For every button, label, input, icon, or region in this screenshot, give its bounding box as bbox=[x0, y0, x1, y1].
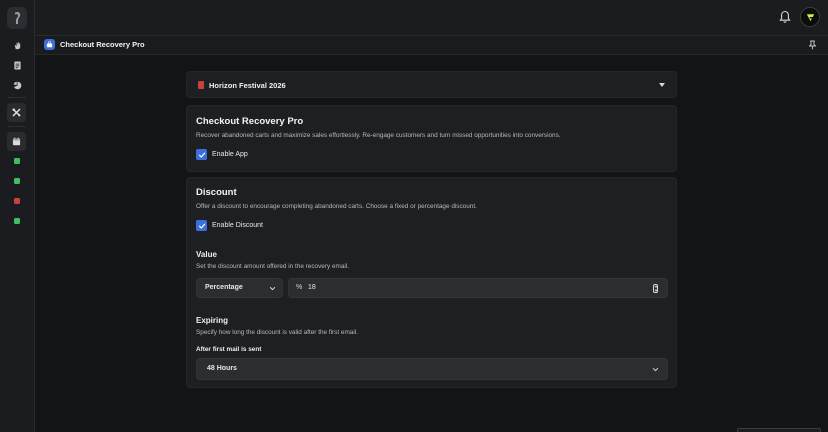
tools-icon[interactable] bbox=[7, 103, 26, 122]
chevron-down-icon bbox=[269, 286, 276, 291]
avatar[interactable] bbox=[800, 7, 820, 27]
discount-amount-input[interactable]: % 18 bbox=[288, 278, 668, 298]
checkmark-icon bbox=[198, 223, 205, 229]
enable-discount-checkbox[interactable] bbox=[196, 220, 207, 231]
app-header: Checkout Recovery Pro bbox=[35, 36, 828, 55]
discount-amount-value[interactable]: 18 bbox=[308, 284, 316, 291]
value-description: Set the discount amount offered in the r… bbox=[196, 263, 349, 270]
bell-icon[interactable] bbox=[779, 10, 791, 24]
document-icon[interactable] bbox=[11, 59, 23, 71]
discount-title: Discount bbox=[196, 187, 237, 198]
discount-type-value: Percentage bbox=[205, 284, 243, 291]
bottom-panel-tab[interactable] bbox=[737, 428, 821, 432]
expiry-select[interactable]: 48 Hours bbox=[196, 358, 668, 380]
chevron-down-icon bbox=[652, 367, 659, 372]
pie-chart-icon[interactable] bbox=[11, 79, 23, 91]
enable-app-checkbox[interactable] bbox=[196, 149, 207, 160]
status-dot-green[interactable] bbox=[14, 178, 20, 184]
rail-divider bbox=[8, 97, 26, 98]
app-settings-card: Checkout Recovery Pro Recover abandoned … bbox=[186, 105, 677, 172]
logo-icon[interactable] bbox=[7, 7, 27, 29]
pin-icon[interactable] bbox=[808, 40, 817, 50]
discount-card: Discount Offer a discount to encourage c… bbox=[186, 177, 677, 388]
app-title: Checkout Recovery Pro bbox=[60, 40, 145, 49]
hand-icon[interactable] bbox=[11, 39, 23, 51]
event-select-label: Horizon Festival 2026 bbox=[209, 81, 286, 90]
left-rail bbox=[0, 0, 35, 432]
calendar-icon[interactable] bbox=[7, 132, 26, 151]
app-card-title: Checkout Recovery Pro bbox=[196, 116, 304, 127]
expiring-description: Specify how long the discount is valid a… bbox=[196, 329, 358, 336]
number-stepper-icon[interactable] bbox=[653, 284, 658, 293]
discount-description: Offer a discount to encourage completing… bbox=[196, 203, 477, 210]
calendar-icon bbox=[198, 81, 204, 89]
top-bar bbox=[35, 0, 828, 36]
enable-discount-label[interactable]: Enable Discount bbox=[212, 222, 263, 229]
status-dot-red[interactable] bbox=[14, 198, 20, 204]
discount-type-select[interactable]: Percentage bbox=[196, 278, 283, 298]
enable-app-label[interactable]: Enable App bbox=[212, 151, 248, 158]
expiry-field-label: After first mail is sent bbox=[196, 346, 262, 353]
event-select[interactable]: Horizon Festival 2026 bbox=[186, 71, 677, 98]
expiry-select-value: 48 Hours bbox=[207, 365, 237, 372]
rail-divider bbox=[8, 126, 26, 127]
value-title: Value bbox=[196, 250, 217, 259]
status-dot-green[interactable] bbox=[14, 218, 20, 224]
percent-symbol: % bbox=[296, 284, 303, 291]
expiring-title: Expiring bbox=[196, 316, 229, 325]
app-card-description: Recover abandoned carts and maximize sal… bbox=[196, 132, 561, 139]
status-dot-green[interactable] bbox=[14, 158, 20, 164]
app-bag-icon bbox=[44, 39, 55, 50]
caret-down-icon[interactable] bbox=[659, 83, 665, 87]
checkmark-icon bbox=[198, 152, 205, 158]
